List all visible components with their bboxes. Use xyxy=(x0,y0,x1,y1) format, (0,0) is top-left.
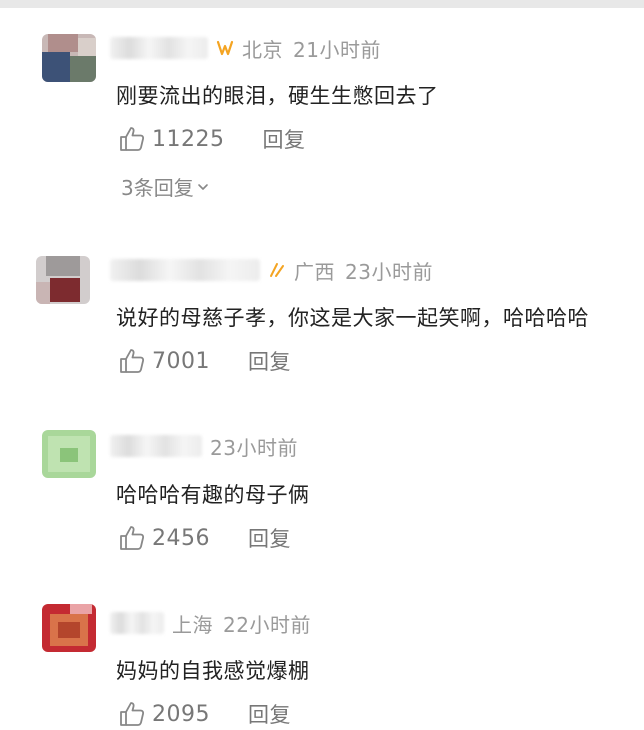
comment-actions: 2095 回复 xyxy=(118,698,291,730)
reply-button[interactable]: 回复 xyxy=(248,346,291,376)
vip-badge-icon xyxy=(216,40,234,56)
reply-button[interactable]: 回复 xyxy=(263,124,306,154)
username-blurred[interactable] xyxy=(110,612,164,634)
reply-button[interactable]: 回复 xyxy=(248,523,291,553)
comment-meta: 广西 23小时前 xyxy=(110,255,433,285)
comment-meta: 北京 21小时前 xyxy=(110,33,381,63)
thumbs-up-icon[interactable] xyxy=(118,347,146,375)
like-count: 11225 xyxy=(152,126,225,152)
timestamp: 23小时前 xyxy=(345,259,433,284)
avatar[interactable] xyxy=(42,604,96,652)
comment-meta: 上海 22小时前 xyxy=(110,608,311,638)
location: 上海 xyxy=(172,612,213,637)
thumbs-up-icon[interactable] xyxy=(118,700,146,728)
thumbs-up-icon[interactable] xyxy=(118,524,146,552)
like-count: 7001 xyxy=(152,348,210,374)
comment-meta: 23小时前 xyxy=(110,431,298,461)
reply-button[interactable]: 回复 xyxy=(248,699,291,729)
comment-text: 说好的母慈子孝，你这是大家一起笑啊，哈哈哈哈 xyxy=(116,306,589,330)
top-divider xyxy=(0,0,644,8)
username-blurred[interactable] xyxy=(110,435,202,457)
location: 广西 xyxy=(294,259,335,284)
timestamp: 21小时前 xyxy=(293,37,381,62)
thumbs-up-icon[interactable] xyxy=(118,125,146,153)
location: 北京 xyxy=(242,37,283,62)
timestamp: 23小时前 xyxy=(210,435,298,460)
comment-actions: 7001 回复 xyxy=(118,345,291,377)
username-blurred[interactable] xyxy=(110,259,260,281)
like-count: 2095 xyxy=(152,701,210,727)
view-replies-button[interactable]: 3条回复 xyxy=(121,172,209,201)
comment-text: 妈妈的自我感觉爆棚 xyxy=(116,659,310,683)
username-blurred[interactable] xyxy=(110,37,208,59)
comment-text: 刚要流出的眼泪，硬生生憋回去了 xyxy=(116,84,439,108)
comment-text: 哈哈哈有趣的母子俩 xyxy=(116,483,310,507)
comment-actions: 2456 回复 xyxy=(118,522,291,554)
avatar[interactable] xyxy=(42,430,96,478)
vip-badge-icon xyxy=(270,263,284,277)
avatar[interactable] xyxy=(42,34,96,82)
chevron-down-icon xyxy=(197,183,208,190)
like-count: 2456 xyxy=(152,525,210,551)
reply-count-label: 3条回复 xyxy=(121,176,194,200)
avatar[interactable] xyxy=(36,256,90,304)
timestamp: 22小时前 xyxy=(223,612,311,637)
comment-actions: 11225 回复 xyxy=(118,123,306,155)
